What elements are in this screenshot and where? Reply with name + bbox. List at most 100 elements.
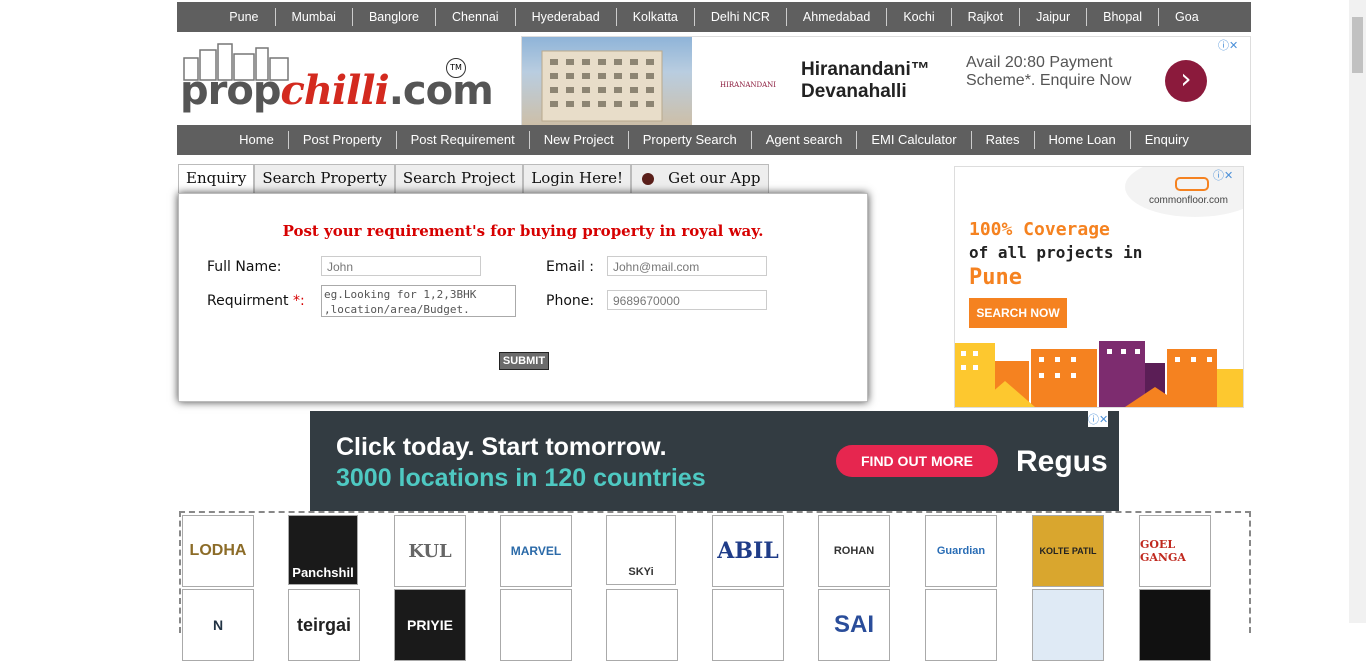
top-banner-ad[interactable]: HIRANANDANI Hiranandani™ Devanahalli Ava… bbox=[521, 36, 1251, 126]
city-link[interactable]: Rajkot bbox=[952, 8, 1021, 26]
scrollbar-thumb[interactable] bbox=[1352, 17, 1363, 73]
tab-get-app-label: Get our App bbox=[668, 169, 761, 187]
ad-info-icon[interactable]: ⓘ✕ bbox=[1213, 167, 1233, 183]
city-link[interactable]: Jaipur bbox=[1020, 8, 1088, 26]
builder-logo-text: KUL bbox=[408, 540, 452, 562]
requirement-label: Requirment *: bbox=[207, 293, 305, 309]
trademark-badge: TM bbox=[446, 58, 466, 78]
city-link[interactable]: Bhopal bbox=[1087, 8, 1160, 26]
regus-line1: Click today. Start tomorrow. bbox=[336, 433, 667, 461]
builder-logo[interactable]: ABIL bbox=[712, 515, 784, 587]
tab-search-property[interactable]: Search Property bbox=[254, 164, 395, 195]
city-illustration bbox=[955, 341, 1243, 407]
nav-enquiry[interactable]: Enquiry bbox=[1131, 131, 1203, 149]
find-out-more-button[interactable]: FIND OUT MORE bbox=[836, 445, 998, 477]
builder-logo[interactable] bbox=[1032, 589, 1104, 661]
city-link[interactable]: Mumbai bbox=[276, 8, 353, 26]
builder-logo-text: Guardian bbox=[936, 545, 986, 557]
required-star: *: bbox=[292, 293, 305, 309]
city-link[interactable]: Kochi bbox=[887, 8, 952, 26]
city-link[interactable]: Ahmedabad bbox=[787, 8, 888, 26]
tab-login[interactable]: Login Here! bbox=[523, 164, 632, 195]
city-link[interactable]: Banglore bbox=[353, 8, 437, 26]
form-title: Post your requirement's for buying prope… bbox=[282, 222, 764, 240]
building-image bbox=[522, 37, 692, 125]
builder-logo[interactable]: KOLTE PATIL bbox=[1032, 515, 1104, 587]
builder-logo-text: ROHAN bbox=[833, 545, 875, 557]
builder-logo[interactable]: MARVEL bbox=[500, 515, 572, 587]
form-tabs: Enquiry Search Property Search Project L… bbox=[178, 164, 770, 195]
ad-city: Pune bbox=[969, 265, 1022, 290]
builder-logo-text: teirgai bbox=[296, 614, 352, 635]
builder-logo[interactable]: GOEL GANGA bbox=[1139, 515, 1211, 587]
email-label: Email : bbox=[546, 259, 595, 275]
nav-home-loan[interactable]: Home Loan bbox=[1035, 131, 1131, 149]
phone-input[interactable]: 9689670000 bbox=[607, 290, 767, 310]
regus-ad[interactable]: Click today. Start tomorrow. 3000 locati… bbox=[310, 411, 1119, 511]
builder-logo-text: N bbox=[212, 617, 224, 633]
builder-logo[interactable]: SKYi bbox=[606, 515, 676, 585]
logo-prefix: prop bbox=[180, 68, 281, 114]
enquiry-form: Post your requirement's for buying prope… bbox=[178, 193, 868, 402]
city-link[interactable]: Delhi NCR bbox=[695, 8, 787, 26]
submit-button[interactable]: SUBMIT bbox=[499, 352, 549, 370]
builder-logo-text: MARVEL bbox=[510, 544, 562, 558]
tab-enquiry[interactable]: Enquiry bbox=[178, 164, 255, 195]
site-logo[interactable]: propchilli.com TM bbox=[180, 40, 494, 118]
full-name-input[interactable]: John bbox=[321, 256, 481, 276]
builder-logo[interactable] bbox=[606, 589, 678, 661]
builder-logo[interactable] bbox=[925, 589, 997, 661]
builder-logo[interactable]: SAI bbox=[818, 589, 890, 661]
nav-post-requirement[interactable]: Post Requirement bbox=[397, 131, 530, 149]
nav-agent-search[interactable]: Agent search bbox=[752, 131, 858, 149]
builder-logo[interactable] bbox=[500, 589, 572, 661]
builder-logo-text: GOEL GANGA bbox=[1140, 538, 1186, 564]
ad-arrow-button[interactable]: › bbox=[1165, 60, 1207, 102]
builder-logo[interactable]: PRIYIE bbox=[394, 589, 466, 661]
builder-logo[interactable]: Guardian bbox=[925, 515, 997, 587]
email-input[interactable]: John@mail.com bbox=[607, 256, 767, 276]
nav-new-project[interactable]: New Project bbox=[530, 131, 629, 149]
nav-rates[interactable]: Rates bbox=[972, 131, 1035, 149]
builder-logo[interactable]: ROHAN bbox=[818, 515, 890, 587]
requirement-textarea[interactable]: eg.Looking for 1,2,3BHK ,location/area/B… bbox=[321, 285, 516, 317]
builder-logo[interactable]: LODHA bbox=[182, 515, 254, 587]
builder-logo[interactable]: teirgai bbox=[288, 589, 360, 661]
tab-get-app[interactable]: Get our App bbox=[631, 164, 770, 195]
main-nav: Home Post Property Post Requirement New … bbox=[177, 125, 1251, 155]
ad-offer-text: Avail 20:80 Payment Scheme*. Enquire Now bbox=[966, 54, 1132, 89]
city-bar: Pune Mumbai Banglore Chennai Hyederabad … bbox=[177, 2, 1251, 32]
ad-line1: 100% Coverage bbox=[969, 219, 1110, 240]
city-link[interactable]: Chennai bbox=[436, 8, 516, 26]
ad-info-icon[interactable]: ⓘ✕ bbox=[1218, 37, 1238, 53]
builders-grid: LODHA Panchshil KUL MARVEL SKYi ABIL ROH… bbox=[179, 511, 1251, 661]
commonfloor-ad[interactable]: commonfloor.com 100% Coverage of all pro… bbox=[954, 166, 1244, 408]
builder-logo-text: PRIYIE bbox=[407, 617, 453, 633]
page-scrollbar[interactable] bbox=[1349, 0, 1366, 623]
nav-post-property[interactable]: Post Property bbox=[289, 131, 397, 149]
full-name-label: Full Name: bbox=[207, 259, 282, 275]
builder-logo-text: ABIL bbox=[717, 538, 779, 564]
ad-title-line2: Devanahalli bbox=[801, 81, 907, 102]
builder-logo[interactable]: Panchshil bbox=[288, 515, 358, 585]
ad-title-line1: Hiranandani™ bbox=[801, 59, 930, 80]
city-link[interactable]: Hyederabad bbox=[516, 8, 617, 26]
builder-logo[interactable]: N bbox=[182, 589, 254, 661]
builder-logo-text: LODHA bbox=[189, 542, 247, 559]
tab-search-project[interactable]: Search Project bbox=[394, 164, 524, 195]
ad-brand-logo: HIRANANDANI bbox=[720, 81, 777, 89]
ad-line2: of all projects in bbox=[969, 243, 1143, 262]
regus-logo: Regus bbox=[1016, 445, 1108, 478]
builder-logo-text: Panchshil bbox=[292, 565, 354, 580]
city-link[interactable]: Kolkatta bbox=[617, 8, 695, 26]
nav-emi-calculator[interactable]: EMI Calculator bbox=[857, 131, 972, 149]
nav-home[interactable]: Home bbox=[225, 131, 289, 149]
search-now-button[interactable]: SEARCH NOW bbox=[969, 298, 1067, 328]
builder-logo[interactable] bbox=[1139, 589, 1211, 661]
builder-logo[interactable] bbox=[712, 589, 784, 661]
city-link[interactable]: Pune bbox=[213, 8, 276, 26]
city-link[interactable]: Goa bbox=[1159, 8, 1215, 26]
nav-property-search[interactable]: Property Search bbox=[629, 131, 752, 149]
builder-logo[interactable]: KUL bbox=[394, 515, 466, 587]
ad-info-icon[interactable]: ⓘ✕ bbox=[1088, 411, 1109, 427]
